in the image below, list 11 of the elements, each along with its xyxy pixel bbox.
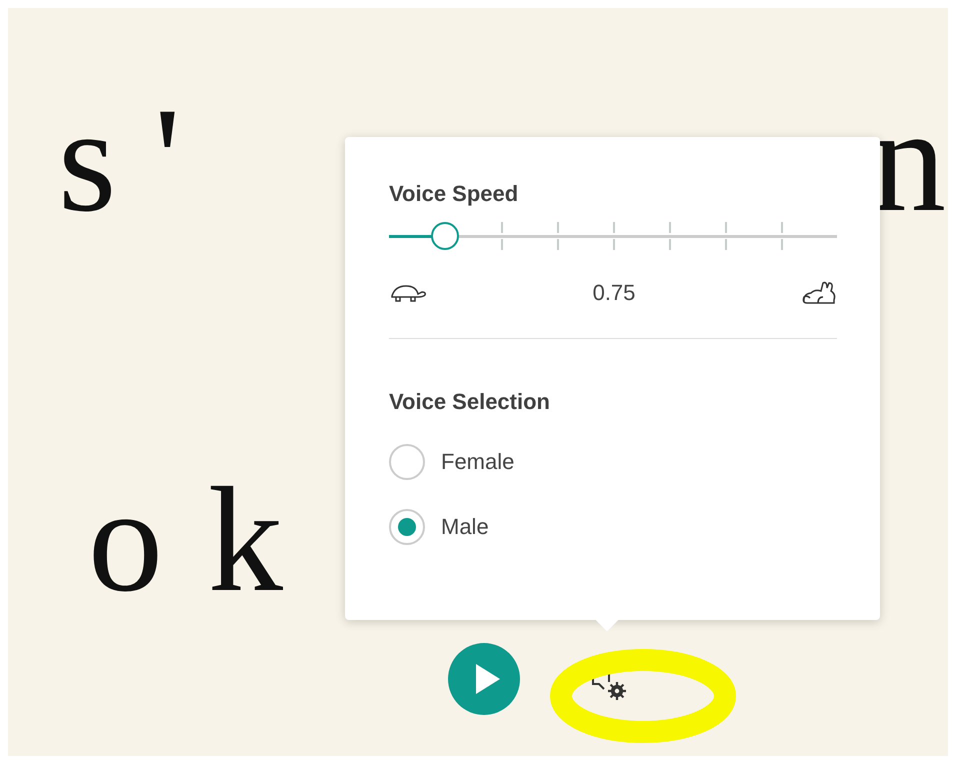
- reading-text: ok: [88, 465, 328, 615]
- radio-option[interactable]: Female: [389, 443, 837, 481]
- reading-text: n: [871, 85, 946, 235]
- section-title: Voice Selection: [389, 389, 551, 415]
- speed-slider[interactable]: [389, 222, 837, 251]
- reading-text: s': [58, 85, 218, 235]
- section-title: Voice Speed: [389, 181, 520, 207]
- speed-value: 0.75: [592, 280, 636, 306]
- rabbit-icon: [800, 280, 837, 306]
- turtle-icon: [389, 283, 427, 303]
- radio-option[interactable]: Male: [389, 508, 837, 546]
